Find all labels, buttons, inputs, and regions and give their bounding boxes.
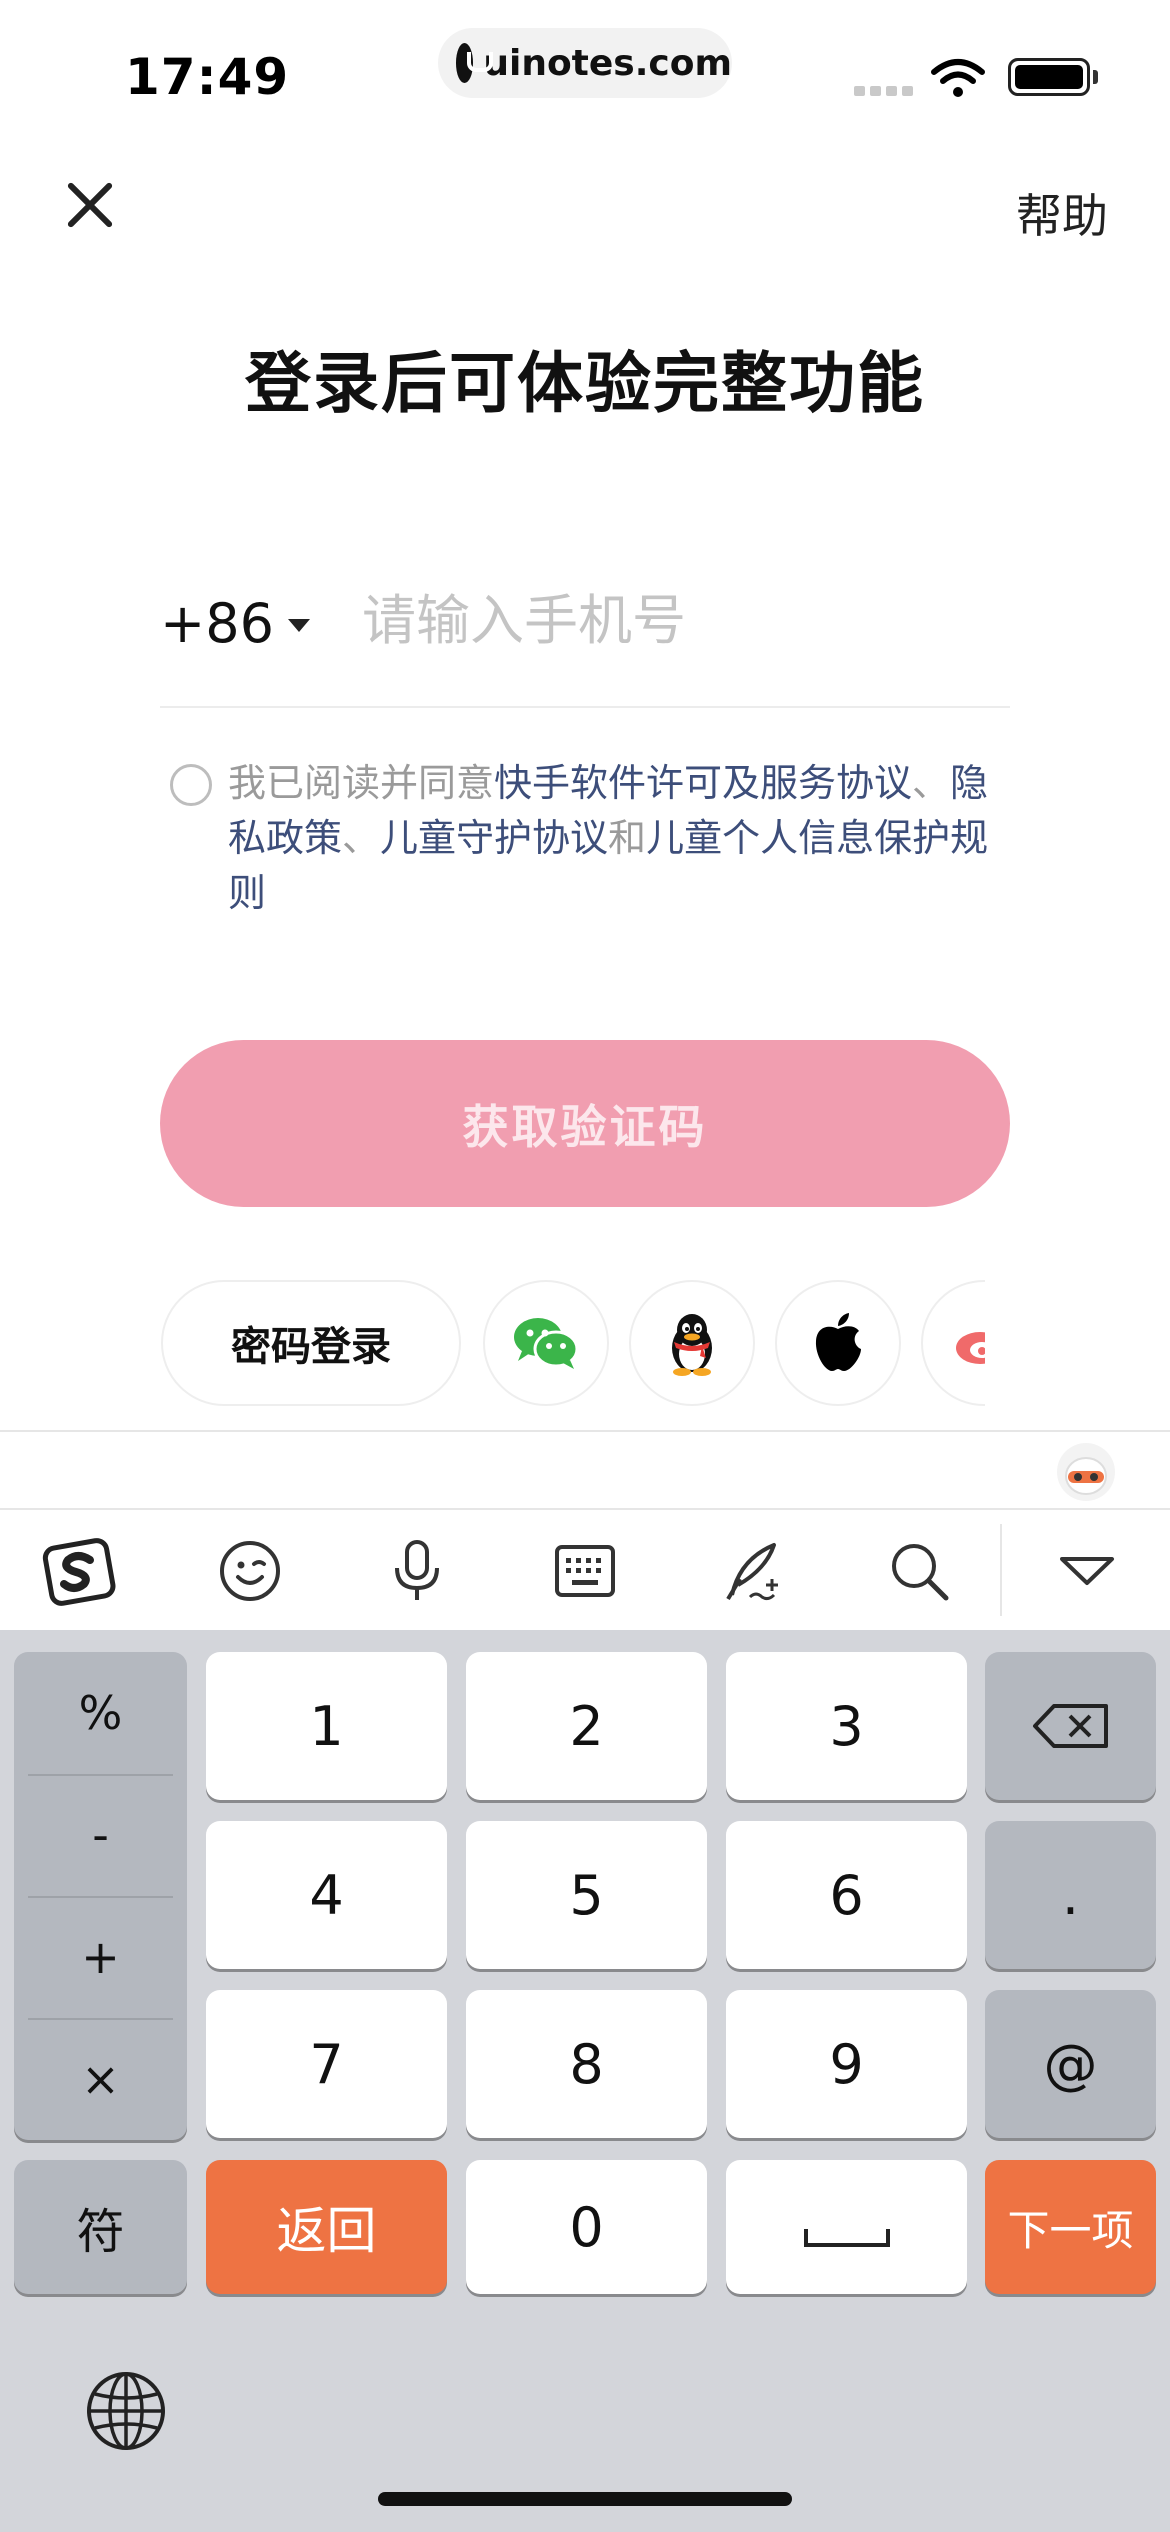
apple-login-button[interactable]: [775, 1280, 901, 1406]
phone-input[interactable]: [362, 580, 1012, 660]
qq-icon: [672, 1314, 712, 1376]
collapse-keyboard-icon[interactable]: [1050, 1534, 1124, 1608]
backspace-key[interactable]: [985, 1652, 1156, 1800]
site-logo-icon: [456, 43, 494, 83]
globe-icon[interactable]: [85, 2370, 167, 2452]
qq-login-button[interactable]: [629, 1280, 755, 1406]
apple-icon: [815, 1313, 861, 1371]
back-key[interactable]: 返回: [206, 2160, 447, 2294]
cellular-signal-icon: [854, 86, 913, 96]
key-6[interactable]: 6: [726, 1821, 967, 1969]
key-plus[interactable]: +: [14, 1896, 187, 2018]
battery-icon: [1008, 58, 1090, 96]
keyboard-toolbar: [0, 1508, 1170, 1630]
space-key[interactable]: [726, 2160, 967, 2294]
key-1[interactable]: 1: [206, 1652, 447, 1800]
sogou-logo-icon[interactable]: [42, 1534, 116, 1608]
agreement-and: 和: [608, 816, 647, 860]
key-2[interactable]: 2: [466, 1652, 707, 1800]
key-9[interactable]: 9: [726, 1990, 967, 2138]
key-at[interactable]: @: [985, 1990, 1156, 2138]
caret-down-icon: [287, 619, 310, 632]
emoji-icon[interactable]: [213, 1534, 287, 1608]
microphone-icon[interactable]: [380, 1534, 454, 1608]
key-minus[interactable]: -: [14, 1774, 187, 1896]
status-time: 17:49: [125, 48, 290, 106]
country-code-label: +86: [160, 592, 274, 655]
wifi-icon: [931, 59, 985, 97]
wechat-icon: [514, 1318, 579, 1369]
key-0[interactable]: 0: [466, 2160, 707, 2294]
license-agreement-link[interactable]: 快手软件许可及服务协议: [494, 761, 912, 805]
agreement-checkbox[interactable]: [170, 764, 212, 806]
space-icon: [803, 2229, 890, 2247]
home-indicator: [378, 2492, 792, 2506]
child-protection-link[interactable]: 儿童守护协议: [380, 816, 608, 860]
key-4[interactable]: 4: [206, 1821, 447, 1969]
backspace-icon: [1032, 1704, 1108, 1748]
agreement-text: 我已阅读并同意快手软件许可及服务协议、隐私政策、儿童守护协议和儿童个人信息保护规…: [228, 756, 1018, 921]
weibo-login-button[interactable]: [921, 1280, 985, 1406]
close-icon[interactable]: [60, 175, 120, 235]
url-pill[interactable]: uinotes.com: [438, 28, 732, 98]
symbol-column: % - + ×: [14, 1652, 187, 2140]
key-symbols[interactable]: 符: [14, 2160, 187, 2294]
key-dot[interactable]: .: [985, 1821, 1156, 1969]
agreement-separator: 、: [342, 816, 381, 860]
key-percent[interactable]: %: [14, 1652, 187, 1774]
agreement-separator: 、: [912, 761, 951, 805]
handwriting-icon[interactable]: [715, 1534, 789, 1608]
search-icon[interactable]: [882, 1534, 956, 1608]
key-multiply[interactable]: ×: [14, 2018, 187, 2140]
key-8[interactable]: 8: [466, 1990, 707, 2138]
help-link[interactable]: 帮助: [1016, 180, 1108, 246]
keyboard-top-divider: [0, 1430, 1170, 1432]
toolbar-separator: [1000, 1524, 1002, 1616]
password-login-button[interactable]: 密码登录: [161, 1280, 461, 1406]
key-5[interactable]: 5: [466, 1821, 707, 1969]
input-divider: [160, 706, 1010, 708]
key-7[interactable]: 7: [206, 1990, 447, 2138]
get-code-button[interactable]: 获取验证码: [160, 1040, 1010, 1207]
page-title: 登录后可体验完整功能: [245, 345, 925, 422]
country-code-selector[interactable]: +86: [160, 592, 310, 655]
next-key[interactable]: 下一项: [985, 2160, 1156, 2294]
battery-tip: [1093, 70, 1098, 84]
wechat-login-button[interactable]: [483, 1280, 609, 1406]
url-text: uinotes.com: [483, 42, 732, 84]
keyboard-mascot-icon[interactable]: [1057, 1443, 1115, 1501]
agreement-prefix: 我已阅读并同意: [228, 761, 495, 805]
alt-login-row: 密码登录: [0, 1280, 985, 1406]
weibo-icon: [956, 1332, 985, 1364]
key-3[interactable]: 3: [726, 1652, 967, 1800]
keyboard-layout-icon[interactable]: [548, 1534, 622, 1608]
